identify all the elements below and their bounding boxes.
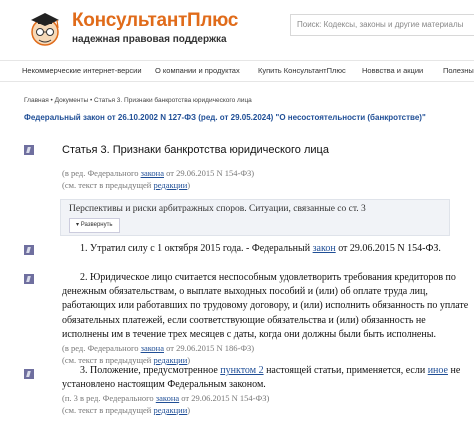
paragraph-1: 1. Утратил силу с 1 октября 2015 года. -… [80,243,441,254]
expand-button[interactable]: ▾ Развернуть [69,218,120,233]
commentary-box: Перспективы и риски арбитражных споров. … [60,199,450,236]
edition-note: (в ред. Федерального закона от 29.06.201… [62,343,255,353]
law-link[interactable]: закона [141,168,164,178]
paragraph-marker-icon[interactable] [24,245,34,255]
edition-note: (п. 3 в ред. Федерального закона от 29.0… [62,393,270,403]
other-provision-link[interactable]: иное [428,365,448,376]
nav-item-nonprofit[interactable]: Некоммерческие интернет-версии [22,66,142,75]
breadcrumb-current: Статья 3. Признаки банкротства юридическ… [94,97,252,104]
commentary-text: Перспективы и риски арбитражных споров. … [69,204,366,214]
law-link[interactable]: закона [156,393,179,403]
previous-edition-note: (см. текст в предыдущей редакции) [62,405,191,415]
paragraph-marker-icon[interactable] [24,145,34,155]
law-link[interactable]: закона [141,343,164,353]
top-nav: Некоммерческие интернет-версии О компани… [0,60,474,82]
logo[interactable]: КонсультантПлюс надежная правовая поддер… [20,6,250,56]
breadcrumb-home[interactable]: Главная [24,97,49,104]
brand-tagline: надежная правовая поддержка [72,34,227,45]
previous-edition-link[interactable]: редакции [153,180,187,190]
nav-item-company[interactable]: О компании и продуктах [155,66,240,75]
search-input[interactable]: Поиск: Кодексы, законы и другие материал… [290,14,474,36]
breadcrumb: Главная • Документы • Статья 3. Признаки… [24,97,252,104]
article-heading: Статья 3. Признаки банкротства юридическ… [62,144,329,156]
nav-item-useful[interactable]: Полезны [443,66,474,75]
previous-edition-link[interactable]: редакции [153,405,187,415]
clause-link[interactable]: пунктом 2 [220,365,263,376]
document-title[interactable]: Федеральный закон от 26.10.2002 N 127-ФЗ… [24,113,426,122]
paragraph-2: 2. Юридическое лицо считается неспособны… [62,272,469,340]
paragraph-3: 3. Положение, предусмотренное пунктом 2 … [62,365,461,391]
law-link[interactable]: закон [313,243,336,254]
nav-item-buy[interactable]: Купить КонсультантПлюс [258,66,346,75]
paragraph-marker-icon[interactable] [24,369,34,379]
nav-item-news[interactable]: Новвства и акции [362,66,423,75]
mascot-logo-icon [31,13,59,46]
paragraph-marker-icon[interactable] [24,274,34,284]
edition-note: (в ред. Федерального закона от 29.06.201… [62,168,255,178]
previous-edition-note: (см. текст в предыдущей редакции) [62,180,191,190]
brand-name: КонсультантПлюс [72,10,239,31]
breadcrumb-documents[interactable]: Документы [55,97,89,104]
